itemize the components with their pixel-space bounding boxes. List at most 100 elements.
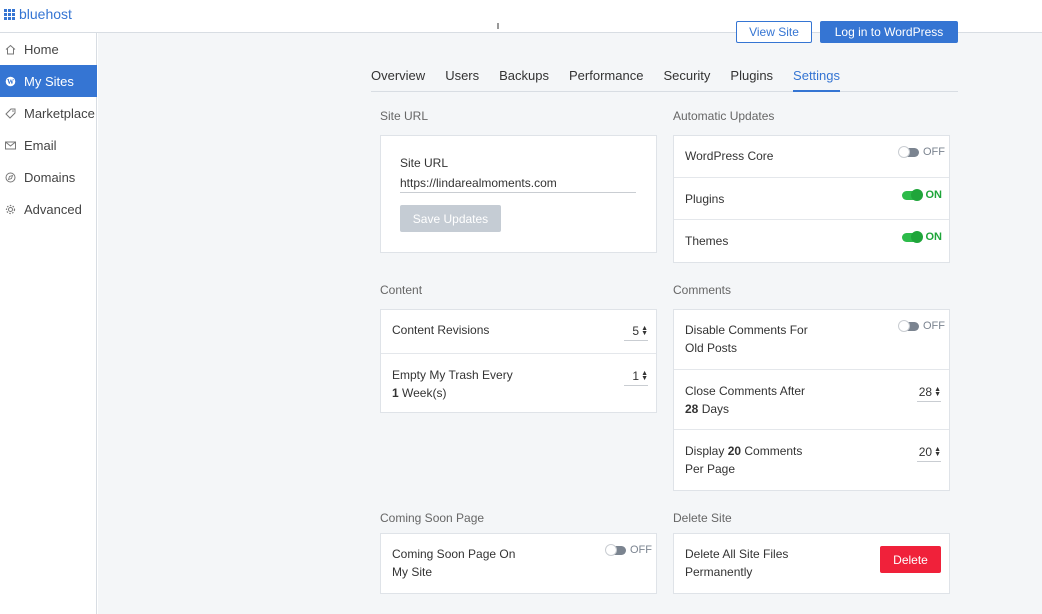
login-wordpress-button[interactable]: Log in to WordPress <box>820 21 958 43</box>
stepper-value: 1 <box>632 368 640 383</box>
delete-site-card: Delete All Site Files Permanently Delete <box>673 533 950 594</box>
empty-trash-stepper[interactable]: 1 ▲ ▼ <box>624 366 648 386</box>
toggle-state: ON <box>925 189 943 201</box>
content-revisions-stepper[interactable]: 5 ▲ ▼ <box>624 321 648 341</box>
svg-text:W: W <box>7 78 14 86</box>
toggle-knob <box>910 188 923 201</box>
coming-soon-label: Coming Soon Page On My Site <box>392 547 516 579</box>
site-url-card: Site URL Save Updates <box>380 135 657 253</box>
gear-icon <box>4 203 16 215</box>
comments-card: Disable Comments For Old Posts OFF Close … <box>673 309 950 491</box>
sidebar-item-marketplace[interactable]: Marketplace <box>0 97 97 129</box>
tab-settings[interactable]: Settings <box>793 68 841 92</box>
toggle-track <box>898 319 919 332</box>
coming-soon-section-title: Coming Soon Page <box>380 511 485 525</box>
stepper-arrows-icon: ▲ ▼ <box>934 445 941 458</box>
sidebar-item-label: Home <box>24 41 59 57</box>
wordpress-core-label: WordPress Core <box>685 149 774 163</box>
logo-text: bluehost <box>19 6 72 22</box>
close-comments-label: Close Comments After 28 Days <box>685 384 806 416</box>
tab-users[interactable]: Users <box>445 68 479 92</box>
plugins-label: Plugins <box>685 192 725 206</box>
close-comments-stepper[interactable]: 28 ▲ ▼ <box>917 382 941 402</box>
tab-performance[interactable]: Performance <box>569 68 643 92</box>
sidebar-item-label: Email <box>24 137 57 153</box>
site-url-input[interactable] <box>400 174 636 193</box>
wordpress-icon: W <box>4 75 16 87</box>
empty-trash-label: Empty My Trash Every 1 Week(s) <box>392 368 513 400</box>
tab-overview[interactable]: Overview <box>371 68 425 92</box>
toggle-knob <box>898 145 910 158</box>
mail-icon <box>4 139 16 151</box>
tag-icon <box>4 107 16 119</box>
coming-soon-card: Coming Soon Page On My Site OFF <box>380 533 657 594</box>
themes-label: Themes <box>685 234 729 248</box>
themes-toggle[interactable]: ON <box>901 230 943 243</box>
content-card: Content Revisions 5 ▲ ▼ Empty My Trash Ev… <box>380 309 657 413</box>
disable-comments-row: Disable Comments For Old Posts OFF <box>674 310 949 370</box>
toggle-state: OFF <box>923 146 945 158</box>
toggle-knob <box>605 543 617 556</box>
home-icon <box>4 43 16 55</box>
wordpress-core-toggle[interactable]: OFF <box>898 145 945 158</box>
close-comments-row: Close Comments After 28 Days 28 ▲ ▼ <box>674 370 949 430</box>
toggle-knob <box>910 230 923 243</box>
delete-site-button[interactable]: Delete <box>880 546 941 573</box>
sidebar: Home W My Sites Marketplace Email Domain… <box>0 33 97 614</box>
toggle-track <box>901 230 923 243</box>
stepper-arrows-icon: ▲ ▼ <box>641 324 648 337</box>
site-url-label: Site URL <box>400 156 449 170</box>
site-tabs: Overview Users Backups Performance Secur… <box>371 68 958 92</box>
toggle-track <box>605 543 626 556</box>
toggle-state: OFF <box>923 320 945 332</box>
toggle-state: OFF <box>630 544 652 556</box>
tab-security[interactable]: Security <box>663 68 710 92</box>
themes-row: Themes ON <box>674 220 949 262</box>
empty-trash-row: Empty My Trash Every 1 Week(s) 1 ▲ ▼ <box>381 354 656 412</box>
sidebar-item-advanced[interactable]: Advanced <box>0 193 97 225</box>
coming-soon-toggle[interactable]: OFF <box>605 543 652 556</box>
wordpress-core-row: WordPress Core OFF <box>674 136 949 178</box>
stepper-value: 5 <box>632 323 640 338</box>
toggle-state: ON <box>925 231 943 243</box>
grid-icon <box>4 8 15 20</box>
delete-site-label: Delete All Site Files Permanently <box>685 547 789 579</box>
delete-site-section-title: Delete Site <box>673 511 732 525</box>
sidebar-item-home[interactable]: Home <box>0 33 97 65</box>
display-comments-stepper[interactable]: 20 ▲ ▼ <box>917 442 941 462</box>
content-revisions-label: Content Revisions <box>392 323 490 337</box>
content-revisions-row: Content Revisions 5 ▲ ▼ <box>381 310 656 354</box>
automatic-updates-card: WordPress Core OFF Plugins ON Themes ON <box>673 135 950 263</box>
comments-section-title: Comments <box>673 283 732 297</box>
plugins-row: Plugins ON <box>674 178 949 220</box>
display-comments-row: Display 20 Comments Per Page 20 ▲ ▼ <box>674 430 949 490</box>
site-url-section-title: Site URL <box>380 109 429 123</box>
disable-comments-label: Disable Comments For Old Posts <box>685 323 808 355</box>
stepper-value: 20 <box>918 444 933 459</box>
toggle-knob <box>898 319 910 332</box>
tab-backups[interactable]: Backups <box>499 68 549 92</box>
sidebar-item-label: Domains <box>24 169 76 185</box>
toggle-track <box>898 145 919 158</box>
sidebar-item-label: Marketplace <box>24 105 95 121</box>
display-comments-label: Display 20 Comments Per Page <box>685 444 803 476</box>
view-site-button[interactable]: View Site <box>736 21 812 43</box>
sidebar-item-label: Advanced <box>24 201 82 217</box>
sidebar-item-label: My Sites <box>24 73 74 89</box>
plugins-toggle[interactable]: ON <box>901 188 943 201</box>
main-content: View Site Log in to WordPress Overview U… <box>98 21 1042 614</box>
sidebar-item-domains[interactable]: Domains <box>0 161 97 193</box>
disable-comments-toggle[interactable]: OFF <box>898 319 945 332</box>
bluehost-logo[interactable]: bluehost <box>4 6 72 22</box>
save-updates-button[interactable]: Save Updates <box>400 205 501 232</box>
content-section-title: Content <box>380 283 423 297</box>
automatic-updates-section-title: Automatic Updates <box>673 109 775 123</box>
toggle-track <box>901 188 923 201</box>
compass-icon <box>4 171 16 183</box>
stepper-arrows-icon: ▲ ▼ <box>641 369 648 382</box>
sidebar-item-my-sites[interactable]: W My Sites <box>0 65 97 97</box>
tab-plugins[interactable]: Plugins <box>730 68 773 92</box>
sidebar-item-email[interactable]: Email <box>0 129 97 161</box>
stepper-value: 28 <box>918 384 933 399</box>
stepper-arrows-icon: ▲ ▼ <box>934 385 941 398</box>
